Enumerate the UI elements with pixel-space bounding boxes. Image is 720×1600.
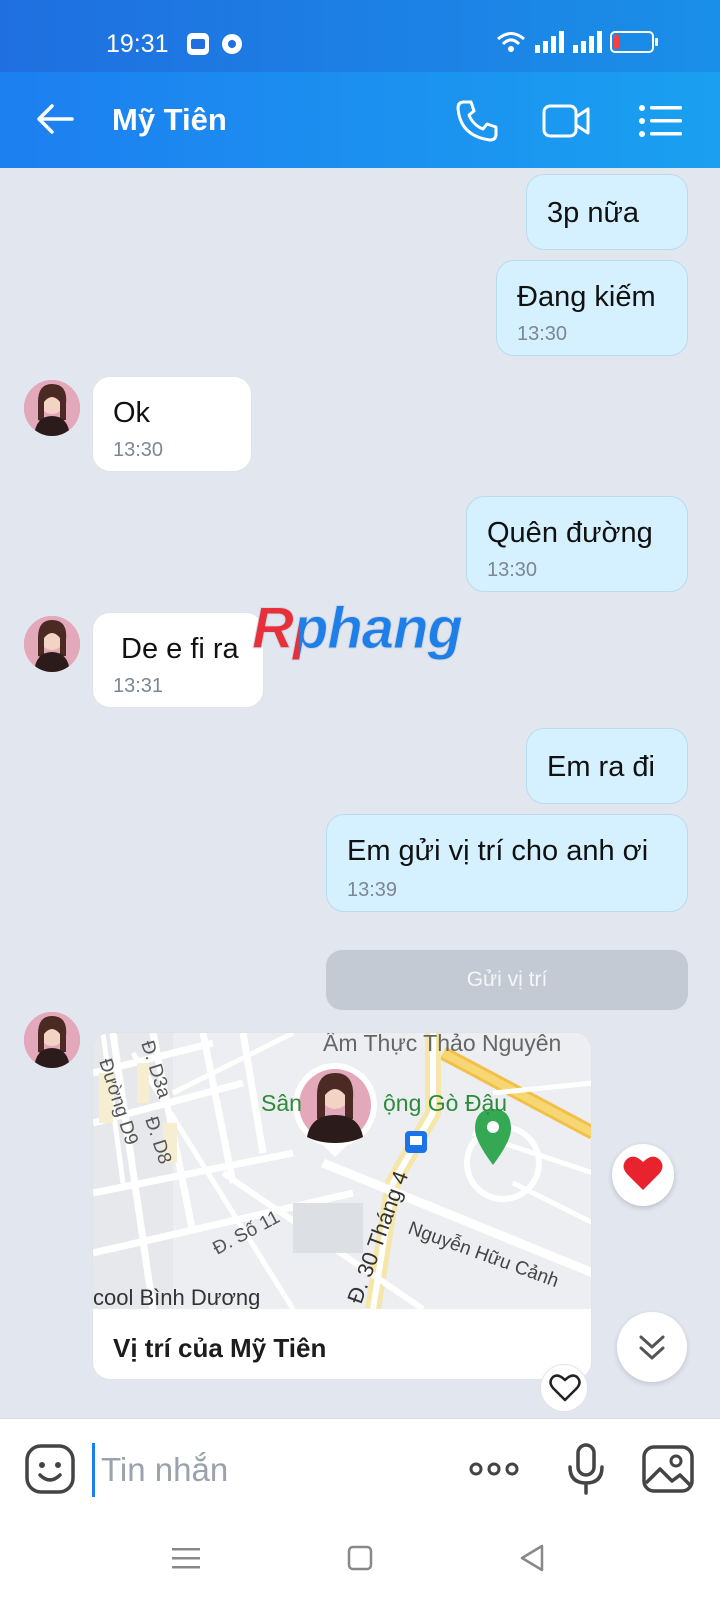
sticker-emoji-icon[interactable] bbox=[22, 1441, 78, 1497]
watermark-text: Rphang bbox=[252, 596, 462, 661]
chat-messages[interactable]: 3p nữa Đang kiếm 13:30 Ok 13:30 Quên đườ… bbox=[0, 168, 720, 1418]
microphone-icon[interactable] bbox=[558, 1441, 614, 1497]
home-icon[interactable] bbox=[340, 1538, 380, 1578]
message-text: Em ra đi bbox=[547, 751, 655, 783]
message-input-bar: Tin nhắn bbox=[0, 1418, 720, 1518]
reaction-heart-button[interactable] bbox=[612, 1144, 674, 1206]
wifi-icon bbox=[497, 32, 525, 52]
message-text: Đang kiếm bbox=[517, 281, 656, 313]
message-bubble-received[interactable]: De e fi ra 13:31 bbox=[92, 612, 264, 708]
message-time: 13:30 bbox=[113, 439, 164, 461]
signal-icon-1 bbox=[535, 31, 564, 53]
signal-icon-2 bbox=[573, 31, 602, 53]
back-arrow-icon[interactable] bbox=[32, 96, 78, 142]
message-time: 13:30 bbox=[517, 323, 568, 345]
map-label-school: cool Bình Dương bbox=[93, 1285, 260, 1309]
message-time: 13:31 bbox=[113, 675, 164, 697]
location-card[interactable]: Ẩm Thực Thảo Nguyên Sân ộng Gò Đậu Đ. D3… bbox=[92, 1032, 592, 1380]
more-options-icon[interactable] bbox=[466, 1441, 522, 1497]
map-label-place-green-b: ộng Gò Đậu bbox=[383, 1090, 507, 1116]
image-gallery-icon[interactable] bbox=[640, 1441, 696, 1497]
heart-filled-icon bbox=[623, 1156, 663, 1190]
message-bubble-sent[interactable]: 3p nữa bbox=[526, 174, 688, 250]
location-map[interactable]: Ẩm Thực Thảo Nguyên Sân ộng Gò Đậu Đ. D3… bbox=[93, 1033, 591, 1309]
contact-avatar[interactable] bbox=[24, 1012, 80, 1068]
message-bubble-sent[interactable]: Đang kiếm 13:30 bbox=[496, 260, 688, 356]
message-bubble-received[interactable]: Ok 13:30 bbox=[92, 376, 252, 472]
chat-header: Mỹ Tiên bbox=[0, 72, 720, 168]
message-input[interactable]: Tin nhắn bbox=[92, 1443, 432, 1497]
contact-avatar[interactable] bbox=[24, 380, 80, 436]
message-time: 13:30 bbox=[487, 559, 538, 581]
recent-apps-icon[interactable] bbox=[166, 1538, 206, 1578]
message-bubble-sent[interactable]: Em ra đi bbox=[526, 728, 688, 804]
like-button[interactable] bbox=[540, 1364, 588, 1412]
message-text: 3p nữa bbox=[547, 197, 639, 229]
menu-list-icon[interactable] bbox=[636, 96, 686, 146]
map-label-place-top: Ẩm Thực Thảo Nguyên bbox=[323, 1033, 561, 1056]
contact-name[interactable]: Mỹ Tiên bbox=[112, 102, 227, 138]
message-text: Em gửi vị trí cho anh ơi bbox=[347, 835, 649, 867]
zalo-notification-icon bbox=[187, 33, 209, 55]
message-text: Ok bbox=[113, 397, 151, 429]
status-bar: 19:31 bbox=[0, 0, 720, 72]
message-bubble-sent[interactable]: Em gửi vị trí cho anh ơi 13:39 bbox=[326, 814, 688, 912]
phone-call-icon[interactable] bbox=[452, 96, 502, 146]
location-caption: Vị trí của Mỹ Tiên bbox=[113, 1333, 327, 1363]
watermark-logo: Rphang bbox=[252, 594, 472, 678]
message-text: Quên đường bbox=[487, 517, 653, 549]
contact-avatar[interactable] bbox=[24, 616, 80, 672]
battery-level bbox=[614, 35, 619, 49]
scroll-to-bottom-button[interactable] bbox=[617, 1312, 687, 1382]
message-text: De e fi ra bbox=[121, 633, 239, 665]
message-bubble-sent[interactable]: Quên đường 13:30 bbox=[466, 496, 688, 592]
status-time: 19:31 bbox=[106, 30, 169, 58]
system-navigation-bar bbox=[0, 1518, 720, 1600]
battery-icon bbox=[610, 31, 658, 53]
video-call-icon[interactable] bbox=[542, 96, 592, 146]
back-triangle-icon[interactable] bbox=[512, 1538, 552, 1578]
double-chevron-down-icon bbox=[639, 1335, 665, 1360]
message-time: 13:39 bbox=[347, 879, 398, 901]
status-indicators bbox=[496, 30, 658, 54]
heart-outline-icon bbox=[549, 1374, 581, 1402]
map-graphic: Ẩm Thực Thảo Nguyên Sân ộng Gò Đậu Đ. D3… bbox=[93, 1033, 591, 1309]
map-label-place-green-a: Sân bbox=[261, 1090, 302, 1116]
send-location-button[interactable]: Gửi vị trí bbox=[326, 950, 688, 1010]
app-notification-icon bbox=[222, 34, 242, 54]
